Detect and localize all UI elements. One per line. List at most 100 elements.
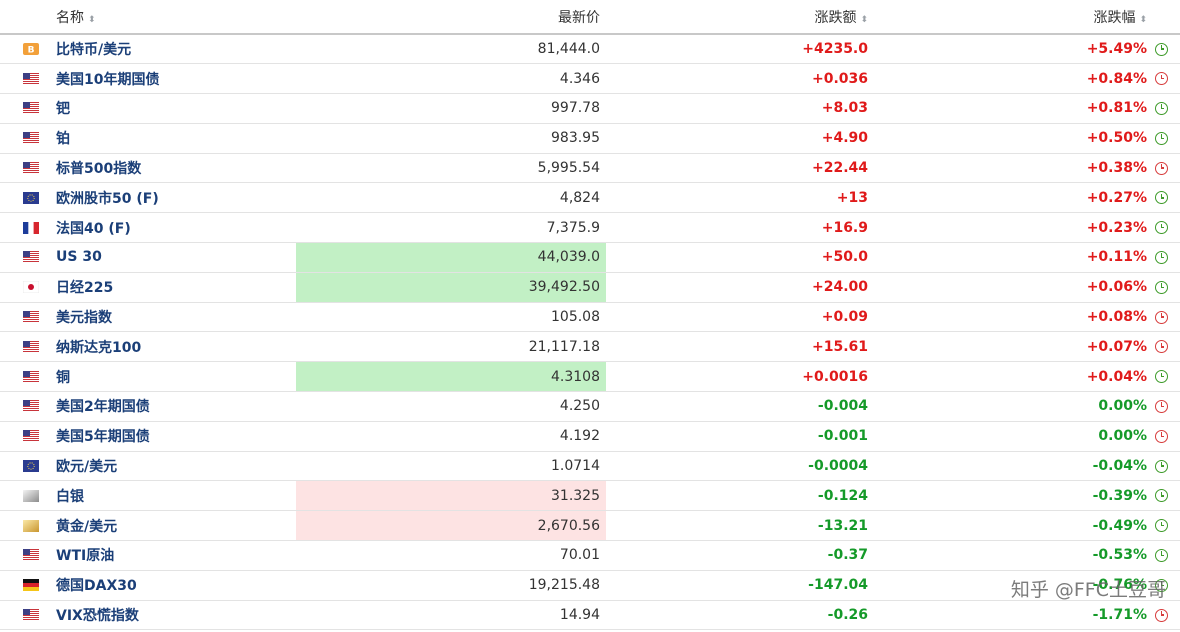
us-flag-icon	[23, 430, 39, 443]
sort-icon[interactable]: ⬍	[1139, 15, 1147, 25]
jp-flag-icon	[22, 281, 40, 294]
table-row[interactable]: VIX恐慌指数 14.94 -0.26 -1.71%	[0, 600, 1180, 631]
change-percent: +0.38%	[876, 153, 1155, 184]
clock-icon	[1155, 280, 1168, 294]
svg-text:B: B	[28, 46, 35, 56]
clock-icon	[1155, 489, 1168, 503]
us-flag-icon	[23, 609, 39, 622]
clock-icon	[1155, 519, 1168, 533]
change-percent: +0.27%	[876, 182, 1155, 214]
table-row[interactable]: B 比特币/美元 81,444.0 +4235.0 +5.49%	[0, 34, 1180, 65]
table-row[interactable]: 法国40 (F) 7,375.9 +16.9 +0.23%	[0, 212, 1180, 244]
table-row[interactable]: 欧洲股市50 (F) 4,824 +13 +0.27%	[0, 182, 1180, 214]
instrument-name-link[interactable]: 日经225	[56, 272, 296, 303]
de-flag-icon	[23, 579, 39, 592]
table-row[interactable]: 标普500指数 5,995.54 +22.44 +0.38%	[0, 153, 1180, 184]
last-price: 81,444.0	[296, 34, 606, 65]
instrument-name-link[interactable]: 白银	[56, 480, 296, 512]
instrument-name-link[interactable]: 美国2年期国债	[56, 391, 296, 422]
market-status	[1155, 361, 1180, 393]
last-price: 4,824	[296, 182, 606, 214]
market-status	[1155, 182, 1180, 214]
instrument-name-link[interactable]: 铜	[56, 361, 296, 393]
table-row[interactable]: 钯 997.78 +8.03 +0.81%	[0, 93, 1180, 124]
change-value: +22.44	[606, 153, 876, 184]
change-percent: +0.06%	[876, 272, 1155, 303]
last-price: 7,375.9	[296, 212, 606, 244]
market-status	[1155, 540, 1180, 571]
market-status	[1155, 272, 1180, 303]
flag-icon	[0, 361, 56, 393]
flag-icon	[0, 272, 56, 303]
instrument-name-link[interactable]: 法国40 (F)	[56, 212, 296, 244]
instrument-name-link[interactable]: 比特币/美元	[56, 34, 296, 65]
clock-icon	[1155, 399, 1168, 413]
instrument-name-link[interactable]: 钯	[56, 93, 296, 124]
table-row[interactable]: 白银 31.325 -0.124 -0.39%	[0, 480, 1180, 512]
name-column-header[interactable]: 名称 ⬍	[56, 0, 296, 35]
change-value: -13.21	[606, 510, 876, 542]
instrument-name-link[interactable]: 纳斯达克100	[56, 331, 296, 363]
last-price: 4.346	[296, 63, 606, 95]
last-price: 31.325	[296, 480, 606, 512]
change-percent: -0.04%	[876, 451, 1155, 482]
instrument-name-link[interactable]: 欧元/美元	[56, 451, 296, 482]
last-price: 44,039.0	[296, 242, 606, 273]
change-percent: -1.71%	[876, 600, 1155, 631]
table-row[interactable]: 美元指数 105.08 +0.09 +0.08%	[0, 302, 1180, 333]
flag-icon	[0, 480, 56, 512]
instrument-name-link[interactable]: WTI原油	[56, 540, 296, 571]
clock-icon	[1155, 101, 1168, 115]
change-column-header[interactable]: 涨跌额 ⬍	[606, 0, 876, 35]
table-row[interactable]: 欧元/美元 1.0714 -0.0004 -0.04%	[0, 451, 1180, 482]
flag-icon	[0, 391, 56, 422]
us-flag-icon	[23, 400, 39, 413]
market-status	[1155, 421, 1180, 452]
gold-flag-icon	[23, 519, 39, 532]
flag-icon	[0, 182, 56, 214]
fr-flag-icon	[23, 221, 39, 234]
instrument-name-link[interactable]: 美元指数	[56, 302, 296, 333]
change-percent: +5.49%	[876, 34, 1155, 65]
clock-icon	[1155, 72, 1168, 86]
table-row[interactable]: 纳斯达克100 21,117.18 +15.61 +0.07%	[0, 331, 1180, 363]
instrument-name-link[interactable]: 德国DAX30	[56, 570, 296, 601]
table-row[interactable]: WTI原油 70.01 -0.37 -0.53%	[0, 540, 1180, 571]
market-status	[1155, 331, 1180, 363]
clock-icon	[1155, 310, 1168, 324]
table-row[interactable]: 美国5年期国债 4.192 -0.001 0.00%	[0, 421, 1180, 452]
change-percent-column-header[interactable]: 涨跌幅 ⬍	[876, 0, 1155, 35]
change-value: +24.00	[606, 272, 876, 303]
flag-icon	[0, 540, 56, 571]
table-row[interactable]: 黄金/美元 2,670.56 -13.21 -0.49%	[0, 510, 1180, 542]
instrument-name-link[interactable]: 黄金/美元	[56, 510, 296, 542]
flag-icon	[0, 331, 56, 363]
change-value: -0.004	[606, 391, 876, 422]
market-status	[1155, 600, 1180, 631]
instrument-name-link[interactable]: 美国5年期国债	[56, 421, 296, 452]
sort-icon[interactable]: ⬍	[860, 15, 868, 25]
us-flag-icon	[23, 251, 39, 264]
instrument-name-link[interactable]: 欧洲股市50 (F)	[56, 182, 296, 214]
table-row[interactable]: 日经225 39,492.50 +24.00 +0.06%	[0, 272, 1180, 303]
table-row[interactable]: 美国2年期国债 4.250 -0.004 0.00%	[0, 391, 1180, 422]
instrument-name-link[interactable]: VIX恐慌指数	[56, 600, 296, 631]
market-status	[1155, 510, 1180, 542]
instrument-name-link[interactable]: 美国10年期国债	[56, 63, 296, 95]
table-row[interactable]: 铜 4.3108 +0.0016 +0.04%	[0, 361, 1180, 393]
change-value: +4235.0	[606, 34, 876, 65]
clock-icon	[1155, 340, 1168, 354]
table-row[interactable]: 德国DAX30 19,215.48 -147.04 -0.76%	[0, 570, 1180, 601]
change-percent: 0.00%	[876, 391, 1155, 422]
table-row[interactable]: 美国10年期国债 4.346 +0.036 +0.84%	[0, 63, 1180, 95]
eu-flag-icon	[23, 191, 39, 204]
instrument-name-link[interactable]: 铂	[56, 123, 296, 154]
table-row[interactable]: 铂 983.95 +4.90 +0.50%	[0, 123, 1180, 154]
instrument-name-link[interactable]: US 30	[56, 242, 296, 273]
table-row[interactable]: US 30 44,039.0 +50.0 +0.11%	[0, 242, 1180, 273]
instrument-name-link[interactable]: 标普500指数	[56, 153, 296, 184]
clock-icon	[1155, 221, 1168, 235]
change-value: -0.001	[606, 421, 876, 452]
sort-icon[interactable]: ⬍	[88, 15, 96, 25]
change-percent: +0.11%	[876, 242, 1155, 273]
